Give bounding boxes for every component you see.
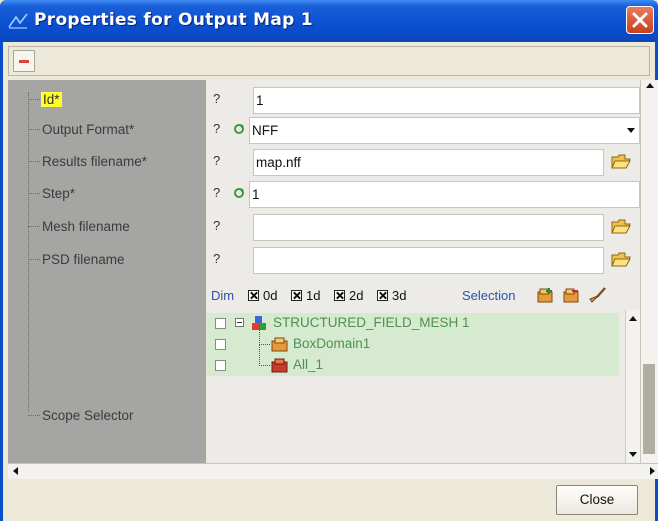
tree-scrollbar[interactable] <box>625 310 640 463</box>
selection-label: Selection <box>462 288 516 303</box>
add-selection-icon[interactable] <box>537 287 555 304</box>
brush-icon[interactable] <box>589 287 607 304</box>
window-frame-left <box>0 42 3 521</box>
folder-open-icon[interactable] <box>611 152 631 170</box>
scope-tree: STRUCTURED_FIELD_MESH 1 BoxDomain1 All_1 <box>207 310 625 463</box>
property-row-output-format: ? NFF <box>207 114 640 144</box>
tree-row-all[interactable]: All_1 <box>207 345 619 376</box>
horizontal-scrollbar[interactable] <box>8 463 658 479</box>
dim-2d-label: 2d <box>349 288 364 303</box>
panel-scrollbar[interactable] <box>640 80 658 463</box>
dim-1d-checkbox[interactable] <box>291 290 302 301</box>
reset-icon[interactable] <box>233 187 245 199</box>
domain-icon <box>271 337 288 352</box>
app-icon <box>8 13 28 29</box>
collapse-icon[interactable] <box>235 318 244 327</box>
dimension-filter-bar: Dim 0d 1d 2d 3d Selection <box>207 285 640 307</box>
window-title: Properties for Output Map 1 <box>34 10 313 30</box>
dim-3d-checkbox[interactable] <box>377 290 388 301</box>
dim-2d-checkbox[interactable] <box>334 290 345 301</box>
property-row-id: ? 1 <box>207 84 640 114</box>
property-row-mesh-filename: ? <box>207 211 640 241</box>
tree-checkbox[interactable] <box>215 318 226 329</box>
folder-open-icon[interactable] <box>611 217 631 235</box>
property-row-psd-filename: ? <box>207 244 640 274</box>
dim-label: Dim <box>211 288 235 303</box>
property-row-results-filename: ? map.nff <box>207 146 640 176</box>
scroll-thumb[interactable] <box>643 364 655 454</box>
scroll-up-icon[interactable] <box>646 83 654 88</box>
dim-0d-label: 0d <box>263 288 278 303</box>
scroll-left-icon[interactable] <box>13 467 18 475</box>
remove-selection-icon[interactable] <box>563 287 581 304</box>
help-icon[interactable]: ? <box>213 91 220 106</box>
help-icon[interactable]: ? <box>213 185 220 200</box>
mesh-filename-field[interactable] <box>253 214 604 241</box>
folder-open-icon[interactable] <box>611 250 631 268</box>
id-field[interactable]: 1 <box>253 87 640 114</box>
domain-group-icon <box>271 358 288 373</box>
title-bar: Properties for Output Map 1 <box>0 0 658 42</box>
dim-3d-label: 3d <box>392 288 407 303</box>
properties-panel: Id* Output Format* Results filename* Ste… <box>8 80 658 463</box>
dim-0d-checkbox[interactable] <box>248 290 259 301</box>
output-format-select[interactable]: NFF <box>249 117 640 144</box>
help-icon[interactable]: ? <box>213 251 220 266</box>
close-button[interactable]: Close <box>556 485 638 515</box>
reset-icon[interactable] <box>233 123 245 135</box>
step-field[interactable]: 1 <box>249 181 640 208</box>
chevron-down-icon[interactable] <box>624 118 639 143</box>
property-labels-tree: Id* Output Format* Results filename* Ste… <box>8 80 206 463</box>
scroll-right-icon[interactable] <box>650 467 655 475</box>
property-values: ? 1 ? NFF ? map.nff ? 1 ? ? Dim 0d 1d 2d… <box>207 80 640 463</box>
tree-checkbox[interactable] <box>215 360 226 371</box>
scroll-up-icon[interactable] <box>629 316 637 321</box>
tree-connector <box>28 92 30 412</box>
help-icon[interactable]: ? <box>213 121 220 136</box>
tree-checkbox[interactable] <box>215 339 226 350</box>
window-close-button[interactable] <box>626 6 654 34</box>
toolbar <box>8 46 650 76</box>
help-icon[interactable]: ? <box>213 218 220 233</box>
help-icon[interactable]: ? <box>213 153 220 168</box>
psd-filename-field[interactable] <box>253 247 604 274</box>
close-icon <box>632 12 648 28</box>
results-filename-field[interactable]: map.nff <box>253 149 604 176</box>
scroll-down-icon[interactable] <box>629 452 637 457</box>
dim-1d-label: 1d <box>306 288 321 303</box>
remove-button[interactable] <box>13 50 35 72</box>
property-row-step: ? 1 <box>207 178 640 208</box>
